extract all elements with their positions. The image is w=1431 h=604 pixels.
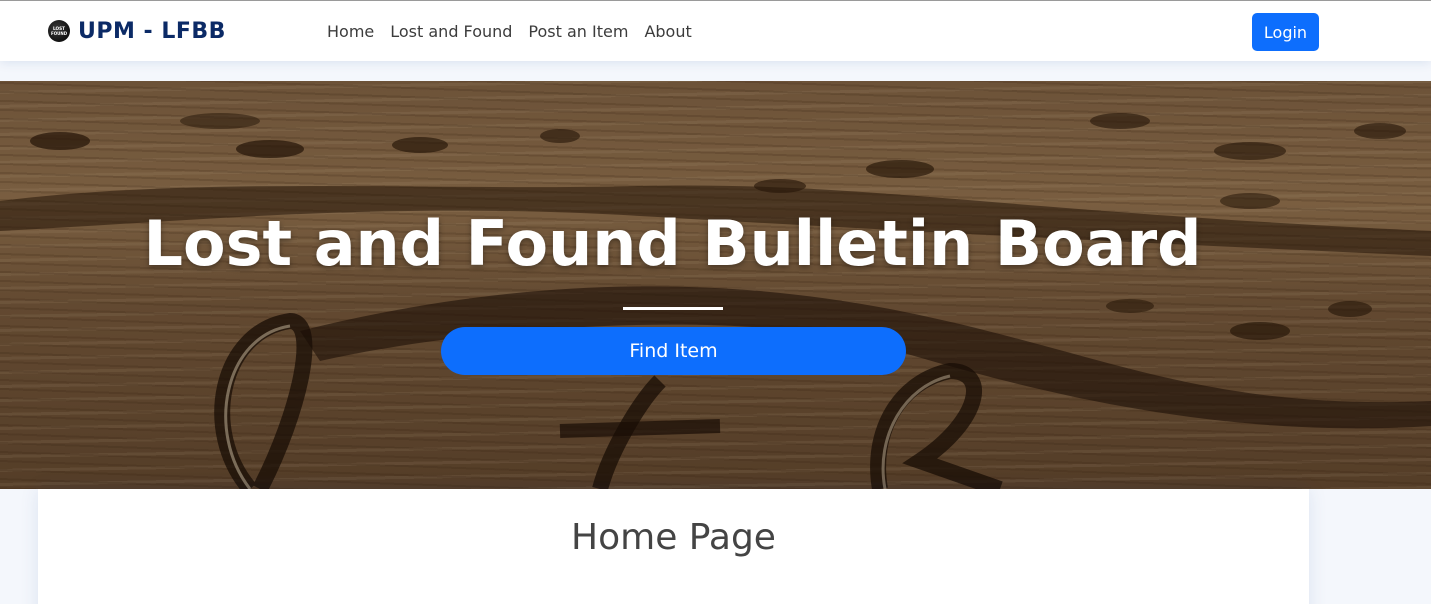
nav-item-post-an-item[interactable]: Post an Item [520,20,636,44]
main-content-card: Home Page [38,489,1309,604]
svg-text:FOUND: FOUND [51,31,68,36]
hero-title: Lost and Found Bulletin Board [143,207,1202,280]
find-item-button[interactable]: Find Item [441,327,906,375]
hero-overlay [0,81,1431,489]
hero-banner: Lost and Found Bulletin Board Find Item [0,81,1431,489]
nav-item-home[interactable]: Home [319,20,382,44]
page-title: Home Page [571,517,776,558]
brand-link[interactable]: LOST FOUND UPM - LFBB [48,16,226,46]
brand-name: UPM - LFBB [78,18,226,44]
top-navbar: LOST FOUND UPM - LFBB Home Lost and Foun… [0,0,1431,61]
nav-links: Home Lost and Found Post an Item About [319,20,700,44]
lost-found-logo-icon: LOST FOUND [48,20,70,42]
hero-divider [623,307,723,310]
nav-item-lost-and-found[interactable]: Lost and Found [382,20,520,44]
login-button[interactable]: Login [1252,13,1319,51]
nav-item-about[interactable]: About [636,20,699,44]
